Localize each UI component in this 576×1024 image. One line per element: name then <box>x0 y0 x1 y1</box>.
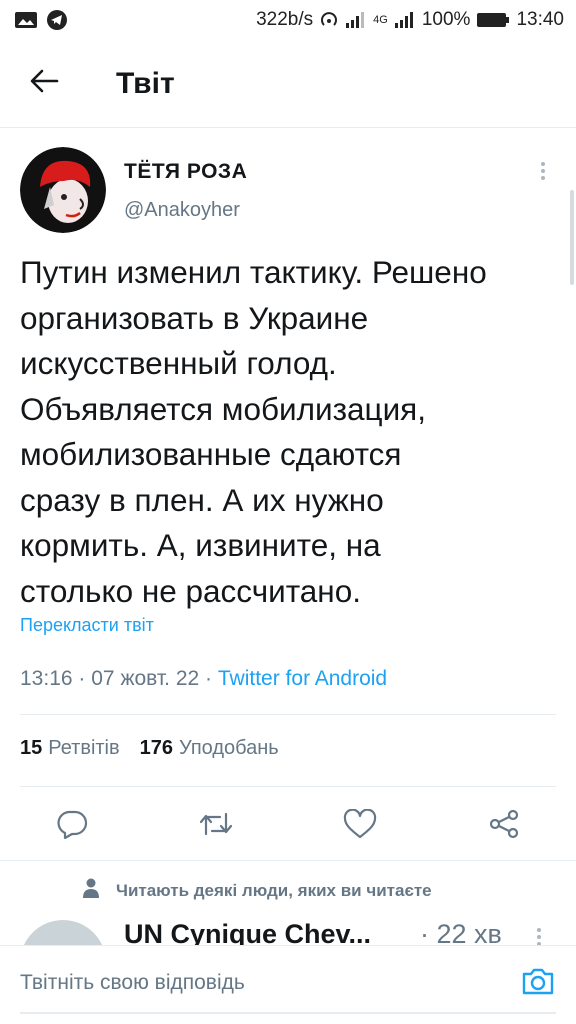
battery-icon <box>476 11 510 29</box>
telegram-icon <box>46 9 68 31</box>
clock: 13:40 <box>516 9 564 30</box>
author-avatar[interactable] <box>20 147 106 233</box>
retweets-stat[interactable]: 15 Ретвітів <box>20 737 120 760</box>
reply-avatar[interactable] <box>20 920 106 945</box>
author-name[interactable]: ТЁТЯ РОЗА <box>124 160 247 184</box>
like-button[interactable] <box>340 806 380 846</box>
arrow-left-icon <box>29 68 59 99</box>
divider <box>20 786 556 787</box>
meta-separator: · <box>205 667 213 690</box>
tweet-time: 13:16 <box>20 667 73 690</box>
person-icon <box>82 878 100 903</box>
share-button[interactable] <box>484 806 524 846</box>
battery-percent: 100% <box>421 9 471 30</box>
retweet-button[interactable] <box>196 806 236 846</box>
tweet-date: 07 жовт. 22 <box>91 667 200 690</box>
meta-separator: · <box>78 667 86 690</box>
signal-icon <box>345 11 367 29</box>
reply-preview[interactable]: UN Cynique Chev... · 22 хв <box>0 905 576 945</box>
reply-button[interactable] <box>52 806 92 846</box>
image-icon <box>14 10 38 30</box>
more-options-button[interactable] <box>528 158 558 188</box>
retweets-label: Ретвітів <box>48 737 120 759</box>
tweet-stats: 15 Ретвітів 176 Уподобань <box>20 737 279 760</box>
reply-input-underline <box>20 1012 556 1014</box>
likes-count: 176 <box>139 737 174 759</box>
like-icon <box>343 808 377 844</box>
divider <box>20 714 556 715</box>
social-context: Читають деякі люди, яких ви читаєте <box>82 878 432 903</box>
tweet-meta: 13:16 · 07 жовт. 22 · Twitter for Androi… <box>20 667 387 691</box>
camera-icon <box>521 966 555 1001</box>
back-button[interactable] <box>14 54 74 114</box>
reply-icon <box>56 809 88 844</box>
retweets-count: 15 <box>20 737 43 759</box>
social-context-text: Читають деякі люди, яких ви читаєте <box>116 880 432 900</box>
share-icon <box>488 809 520 844</box>
reply-input[interactable]: Твітніть свою відповідь <box>20 971 245 995</box>
translate-tweet-link[interactable]: Перекласти твіт <box>20 615 154 636</box>
likes-stat[interactable]: 176 Уподобань <box>140 737 279 760</box>
retweet-icon <box>198 810 234 843</box>
camera-button[interactable] <box>518 963 558 1003</box>
likes-label: Уподобань <box>179 737 279 759</box>
signal-4g-icon <box>394 11 416 29</box>
author-handle[interactable]: @Anakoyher <box>124 199 240 222</box>
network-type: 4G <box>373 14 388 26</box>
page-title: Твіт <box>116 66 175 100</box>
reply-time: · 22 хв <box>420 919 502 945</box>
wifi-hotspot-icon <box>319 10 339 30</box>
tweet-text: Путин изменил тактику. Решено организова… <box>20 254 487 609</box>
top-app-bar: Твіт <box>0 40 576 128</box>
tweet-client-link[interactable]: Twitter for Android <box>218 667 387 690</box>
more-vertical-icon[interactable] <box>536 927 542 945</box>
network-speed: 322b/s <box>256 9 314 30</box>
status-bar: 322b/s 4G 100% 13:40 <box>0 0 576 40</box>
tweet-actions <box>0 800 576 850</box>
more-vertical-icon <box>540 161 546 186</box>
scrollbar[interactable] <box>570 190 574 285</box>
reply-author-name[interactable]: UN Cynique Chev... <box>124 919 371 945</box>
divider <box>0 860 576 861</box>
